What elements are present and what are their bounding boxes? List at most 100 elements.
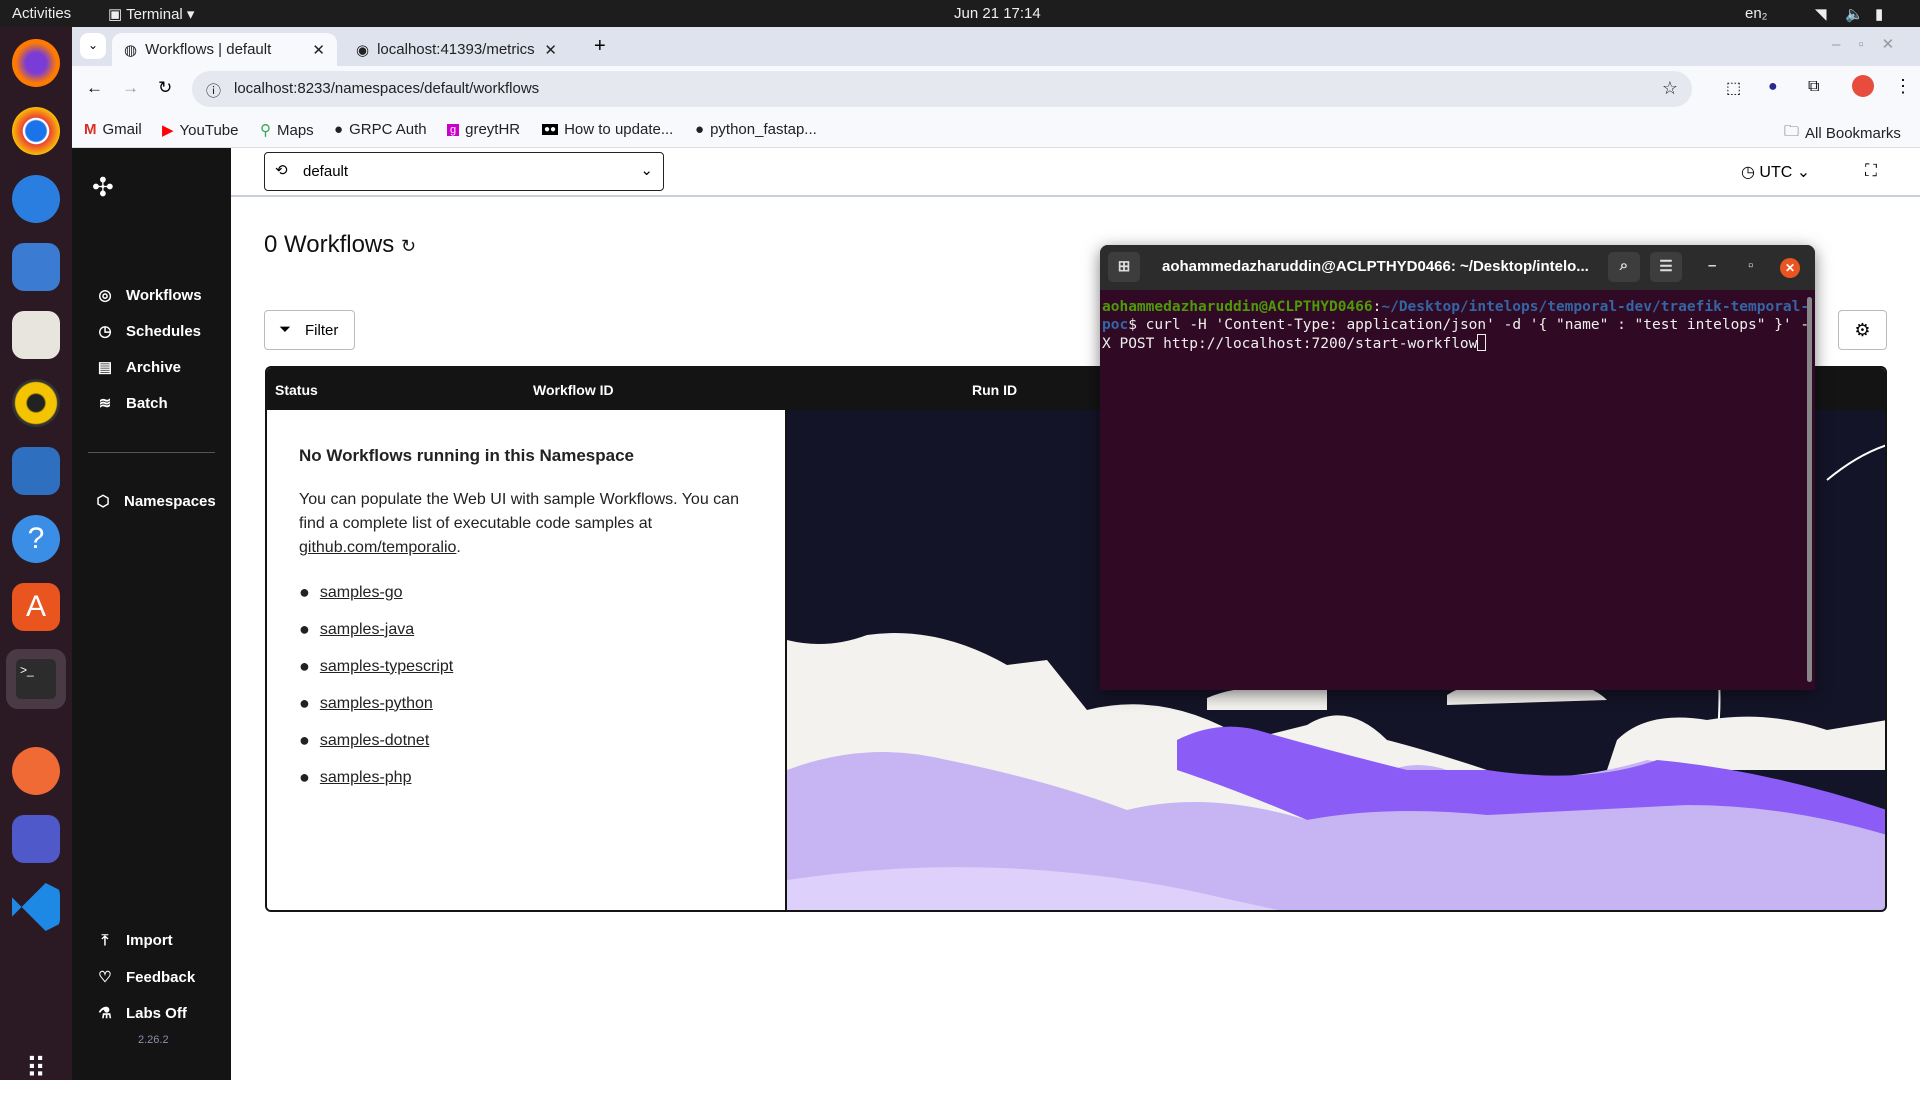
sample-link-item[interactable]: ● samples-java	[299, 611, 753, 648]
teams-icon[interactable]	[12, 815, 60, 863]
refresh-icon[interactable]: ↻	[401, 236, 416, 256]
sample-link-item[interactable]: ● samples-go	[299, 574, 753, 611]
site-info-icon[interactable]: ⓘ	[206, 80, 221, 101]
github-icon: ●	[299, 730, 310, 750]
bookmarks-bar: M Gmail ▶ YouTube ⚲ Maps ● GRPC Auth g greytH…	[72, 112, 1920, 148]
tab-metrics[interactable]: ◉ localhost:41393/metrics ✕	[344, 33, 569, 66]
sample-link[interactable]: samples-php	[320, 769, 412, 787]
search-icon[interactable]: ⌕	[1608, 252, 1640, 282]
sample-link[interactable]: samples-dotnet	[320, 732, 429, 750]
extensions-puzzle-icon[interactable]: ⧉	[1808, 78, 1819, 96]
new-tab-icon[interactable]: ⊞	[1108, 252, 1140, 282]
bookmark-how-to-update[interactable]: ●● How to update...	[542, 121, 673, 138]
clock[interactable]: Jun 21 17:14	[954, 5, 1041, 22]
bookmark-maps[interactable]: ⚲ Maps	[260, 121, 314, 140]
sidebar-item-archive[interactable]: ▤ Archive	[96, 358, 181, 377]
namespace-select[interactable]: ⟲ default ⌄	[264, 152, 664, 191]
postman-icon[interactable]	[12, 243, 60, 291]
sample-link[interactable]: samples-typescript	[320, 658, 453, 676]
firefox-icon[interactable]	[12, 39, 60, 87]
table-settings-button[interactable]: ⚙	[1838, 310, 1887, 350]
show-apps-icon[interactable]: ⠿	[12, 1047, 60, 1095]
new-tab-button[interactable]: +	[594, 35, 606, 58]
volume-icon[interactable]: 🔈	[1845, 5, 1864, 23]
terminal-scrollbar[interactable]	[1807, 297, 1812, 682]
hamburger-menu-icon[interactable]: ☰	[1650, 252, 1682, 282]
address-bar[interactable]: ⓘ localhost:8233/namespaces/default/workf…	[192, 71, 1692, 107]
maximize-button[interactable]: ▫	[1748, 257, 1753, 274]
sidebar-item-schedules[interactable]: ◷ Schedules	[96, 322, 201, 341]
battery-icon[interactable]: ▮	[1875, 5, 1883, 23]
reload-button[interactable]: ↻	[158, 78, 172, 98]
bookmark-greythr[interactable]: g greytHR	[447, 121, 520, 138]
sidebar-item-namespaces[interactable]: ⬡ Namespaces	[94, 492, 215, 511]
sample-link-item[interactable]: ● samples-dotnet	[299, 722, 753, 759]
minimize-button[interactable]: –	[1708, 257, 1716, 274]
thunderbird-icon[interactable]	[12, 175, 60, 223]
bookmark-gmail[interactable]: M Gmail	[84, 121, 142, 138]
bookmark-youtube[interactable]: ▶ YouTube	[162, 121, 239, 140]
all-bookmarks[interactable]: 🗀 All Bookmarks	[1784, 121, 1901, 146]
temporal-logo[interactable]: ✣	[92, 172, 114, 203]
chevron-down-icon: ⌄	[640, 162, 653, 179]
tab-search-button[interactable]: ⌄	[80, 33, 106, 59]
close-tab-icon[interactable]: ✕	[544, 41, 557, 59]
bookmark-python-fastapi[interactable]: ● python_fastap...	[695, 121, 817, 138]
sidebar-item-workflows[interactable]: ◎ Workflows	[96, 286, 201, 305]
language-indicator[interactable]: en₂	[1745, 5, 1768, 22]
filter-button[interactable]: ⏷ Filter	[264, 310, 355, 350]
chrome-icon[interactable]	[12, 107, 60, 155]
sidebar-item-import[interactable]: ⤒ Import	[96, 932, 173, 949]
screenshot-icon[interactable]: ⬚	[1726, 78, 1741, 98]
rhythmbox-icon[interactable]	[12, 379, 60, 427]
github-temporalio-link[interactable]: github.com/temporalio	[299, 539, 456, 556]
bookmark-star-icon[interactable]: ☆	[1662, 78, 1678, 99]
extension-icon[interactable]: ●	[1768, 78, 1778, 96]
clock-icon: ◷	[1741, 164, 1755, 181]
postman-app-icon[interactable]	[12, 747, 60, 795]
activities-button[interactable]: Activities	[12, 5, 71, 22]
profile-avatar[interactable]	[1852, 75, 1874, 97]
sidebar-item-feedback[interactable]: ♡ Feedback	[96, 968, 195, 987]
schedules-icon: ◷	[98, 323, 112, 340]
sidebar-item-labs[interactable]: ⚗ Labs Off	[96, 1004, 187, 1023]
globe-icon: ◉	[356, 41, 370, 59]
page-title: 0 Workflows ↻	[264, 231, 417, 258]
empty-heading: No Workflows running in this Namespace	[299, 446, 635, 465]
data-encoder-icon[interactable]: ⛶	[1865, 161, 1877, 181]
back-button[interactable]: ←	[86, 78, 103, 98]
browser-menu-icon[interactable]: ⋮	[1894, 76, 1912, 97]
writer-icon[interactable]	[12, 447, 60, 495]
github-icon: ●	[299, 693, 310, 713]
files-icon[interactable]	[12, 311, 60, 359]
terminal-title: aohammedazharuddin@ACLPTHYD0466: ~/Deskt…	[1162, 258, 1589, 275]
software-icon[interactable]: A	[12, 583, 60, 631]
sample-link-item[interactable]: ● samples-php	[299, 759, 753, 796]
terminal-dock-icon[interactable]: >_	[6, 649, 66, 709]
temporal-favicon: ◍	[124, 41, 138, 59]
wifi-icon[interactable]: ◥	[1815, 5, 1827, 23]
sample-link-item[interactable]: ● samples-typescript	[299, 648, 753, 685]
terminal-titlebar[interactable]: ⊞ aohammedazharuddin@ACLPTHYD0466: ~/Des…	[1100, 245, 1815, 290]
github-icon: ●	[695, 121, 705, 138]
github-icon: ●	[299, 656, 310, 676]
bookmark-grpc-auth[interactable]: ● GRPC Auth	[334, 121, 427, 138]
forward-button[interactable]: →	[122, 78, 139, 98]
sidebar-item-batch[interactable]: ≋ Batch	[96, 394, 168, 413]
terminal-window[interactable]: ⊞ aohammedazharuddin@ACLPTHYD0466: ~/Des…	[1100, 245, 1815, 690]
upload-icon: ⤒	[101, 932, 109, 949]
tab-workflows[interactable]: ◍ Workflows | default ✕	[112, 33, 337, 66]
sample-link[interactable]: samples-go	[320, 584, 403, 602]
vscode-icon[interactable]	[12, 883, 60, 931]
sample-link[interactable]: samples-python	[320, 695, 433, 713]
terminal-app-menu[interactable]: ▣ Terminal ▾	[108, 5, 194, 23]
help-icon[interactable]: ?	[12, 515, 60, 563]
close-button[interactable]: ✕	[1780, 258, 1800, 278]
terminal-output[interactable]: aohammedazharuddin@ACLPTHYD0466:~/Deskto…	[1100, 290, 1815, 353]
workflows-icon: ◎	[98, 287, 112, 304]
window-controls[interactable]: –▫✕	[1832, 35, 1912, 53]
close-tab-icon[interactable]: ✕	[312, 41, 325, 59]
timezone-select[interactable]: ◷ UTC ⌄	[1741, 162, 1810, 182]
sample-link[interactable]: samples-java	[320, 621, 414, 639]
sample-link-item[interactable]: ● samples-python	[299, 685, 753, 722]
